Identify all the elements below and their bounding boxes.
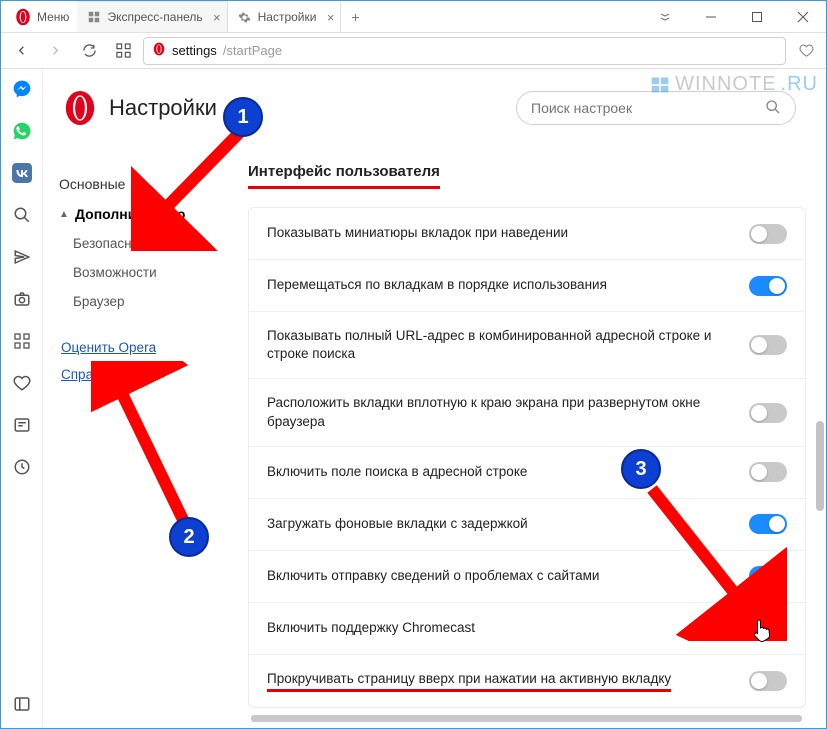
toggle[interactable] [749, 566, 787, 586]
sidebar-item-label: Основные [59, 176, 125, 192]
setting-row: Перемещаться по вкладкам в порядке испол… [249, 260, 805, 312]
chevrons-icon[interactable] [642, 1, 688, 33]
sidebar-item-basic[interactable]: Основные [59, 169, 228, 199]
setting-label: Включить поддержку Chromecast [267, 619, 749, 637]
setting-label: Включить поле поиска в адресной строке [267, 463, 749, 481]
news-icon[interactable] [12, 415, 32, 435]
speed-dial-icon [87, 10, 101, 24]
cursor-pointer-icon [753, 619, 773, 643]
back-button[interactable] [7, 37, 35, 65]
search-icon [765, 99, 781, 118]
setting-label: Показывать миниатюры вкладок при наведен… [267, 224, 749, 242]
reload-button[interactable] [75, 37, 103, 65]
windows-icon [649, 75, 671, 95]
setting-row: Включить поле поиска в адресной строке [249, 447, 805, 499]
setting-row: Включить отправку сведений о проблемах с… [249, 551, 805, 603]
sidebar-item-label: Возможности [73, 265, 157, 280]
close-button[interactable] [780, 1, 826, 33]
setting-row: Показывать миниатюры вкладок при наведен… [249, 208, 805, 260]
annotation-circle-1: 1 [223, 97, 263, 137]
speed-dial-button[interactable] [109, 37, 137, 65]
titlebar: Меню Экспресс-панель × Настройки × + [1, 1, 826, 33]
settings-panel: Интерфейс пользователя Показывать миниат… [228, 141, 826, 728]
toggle[interactable] [749, 403, 787, 423]
opera-icon [152, 42, 166, 59]
setting-label: Загружать фоновые вкладки с задержкой [267, 515, 749, 533]
new-tab-button[interactable]: + [341, 9, 369, 25]
history-icon[interactable] [12, 457, 32, 477]
close-icon[interactable]: × [213, 10, 221, 25]
sidebar-toggle-icon[interactable] [12, 694, 32, 714]
minimize-button[interactable] [688, 1, 734, 33]
sidebar-item-browser[interactable]: Браузер [59, 287, 228, 316]
sidebar-link-rate[interactable]: Оценить Opera [61, 334, 228, 361]
opera-icon [9, 3, 37, 31]
navbar: settings/startPage [1, 33, 826, 69]
address-path: settings [172, 43, 217, 58]
heart-icon[interactable] [12, 373, 32, 393]
scrollbar[interactable] [816, 421, 824, 511]
close-icon[interactable]: × [327, 10, 335, 25]
sidebar-item-label: Дополнительно [75, 206, 185, 222]
setting-label: Перемещаться по вкладкам в порядке испол… [267, 276, 749, 294]
gear-icon [238, 10, 252, 24]
sidebar-item-security[interactable]: Безопасность [59, 229, 228, 258]
tab-express-panel[interactable]: Экспресс-панель × [77, 1, 227, 32]
toggle[interactable] [749, 276, 787, 296]
vk-icon[interactable] [12, 163, 32, 183]
opera-logo-icon [63, 91, 97, 125]
address-bar[interactable]: settings/startPage [143, 37, 786, 65]
sidebar-item-label: Браузер [73, 294, 125, 309]
page-title: Настройки [109, 95, 217, 121]
settings-search[interactable] [516, 91, 796, 125]
annotation-circle-3: 3 [621, 449, 661, 489]
menu-label: Меню [37, 10, 69, 24]
settings-sidebar: Основные ▲ Дополнительно Безопасность Во… [43, 141, 228, 728]
left-rail [1, 69, 43, 728]
section-title: Интерфейс пользователя [248, 157, 440, 189]
toggle[interactable] [749, 462, 787, 482]
bookmark-button[interactable] [792, 37, 820, 65]
tab-label: Экспресс-панель [107, 10, 202, 24]
setting-row: Включить поддержку Chromecast [249, 603, 805, 655]
setting-row: Загружать фоновые вкладки с задержкой [249, 499, 805, 551]
send-icon[interactable] [12, 247, 32, 267]
sidebar-link-help[interactable]: Справка Opera [61, 361, 228, 388]
settings-card: Показывать миниатюры вкладок при наведен… [248, 207, 806, 708]
sidebar-item-features[interactable]: Возможности [59, 258, 228, 287]
sidebar-item-advanced[interactable]: ▲ Дополнительно [59, 199, 228, 229]
messenger-icon[interactable] [12, 79, 32, 99]
search-input[interactable] [531, 100, 765, 116]
toggle[interactable] [749, 224, 787, 244]
setting-label: Прокручивать страницу вверх при нажатии … [267, 670, 749, 692]
annotation-circle-2: 2 [169, 517, 209, 557]
camera-icon[interactable] [12, 289, 32, 309]
horizontal-scrollbar[interactable] [251, 715, 802, 722]
toggle[interactable] [749, 335, 787, 355]
menu-button[interactable]: Меню [1, 1, 77, 32]
toggle[interactable] [749, 514, 787, 534]
setting-label: Показывать полный URL-адрес в комбиниров… [267, 327, 749, 363]
watermark: WINNOTE.RU [649, 73, 818, 96]
forward-button[interactable] [41, 37, 69, 65]
setting-row: Расположить вкладки вплотную к краю экра… [249, 379, 805, 446]
chevron-up-icon: ▲ [59, 209, 71, 220]
setting-label: Расположить вкладки вплотную к краю экра… [267, 394, 749, 430]
search-icon[interactable] [12, 205, 32, 225]
whatsapp-icon[interactable] [12, 121, 32, 141]
setting-row: Показывать полный URL-адрес в комбиниров… [249, 312, 805, 379]
tab-label: Настройки [258, 10, 317, 24]
setting-row: Прокручивать страницу вверх при нажатии … [249, 655, 805, 707]
setting-label: Включить отправку сведений о проблемах с… [267, 567, 749, 585]
address-subpath: /startPage [223, 43, 282, 58]
tab-settings[interactable]: Настройки × [228, 1, 342, 32]
maximize-button[interactable] [734, 1, 780, 33]
toggle[interactable] [749, 671, 787, 691]
sidebar-item-label: Безопасность [73, 236, 159, 251]
grid-icon[interactable] [12, 331, 32, 351]
window-controls [642, 1, 826, 33]
